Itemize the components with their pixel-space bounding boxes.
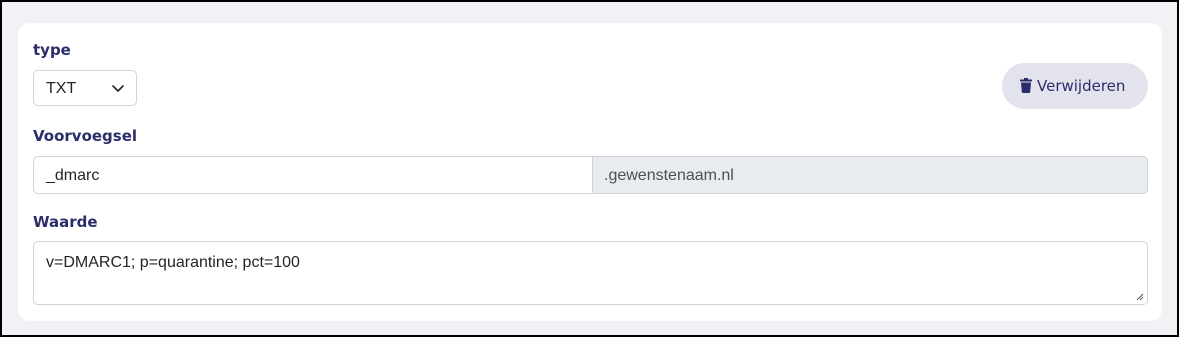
type-select[interactable]: TXT <box>33 70 137 106</box>
delete-button[interactable]: Verwijderen <box>1002 63 1148 109</box>
resize-grip-icon[interactable] <box>1136 293 1144 301</box>
value-textarea[interactable]: v=DMARC1; p=quarantine; pct=100 <box>33 241 1148 305</box>
window-frame: type TXT Verwijderen Voorvoegsel _dmarc … <box>0 0 1179 337</box>
value-label: Waarde <box>33 213 98 231</box>
type-select-value: TXT <box>46 80 77 97</box>
chevron-down-icon <box>112 85 124 92</box>
dns-record-card: type TXT Verwijderen Voorvoegsel _dmarc … <box>18 23 1162 321</box>
domain-suffix-addon: .gewenstenaam.nl <box>592 156 1148 194</box>
prefix-input[interactable]: _dmarc <box>33 156 592 194</box>
value-textarea-text: v=DMARC1; p=quarantine; pct=100 <box>46 254 300 271</box>
type-label: type <box>33 41 71 59</box>
delete-button-label: Verwijderen <box>1037 77 1126 95</box>
prefix-input-value: _dmarc <box>46 167 100 184</box>
prefix-label: Voorvoegsel <box>33 127 138 145</box>
domain-suffix-text: .gewenstenaam.nl <box>604 167 734 184</box>
trash-icon <box>1020 78 1032 93</box>
